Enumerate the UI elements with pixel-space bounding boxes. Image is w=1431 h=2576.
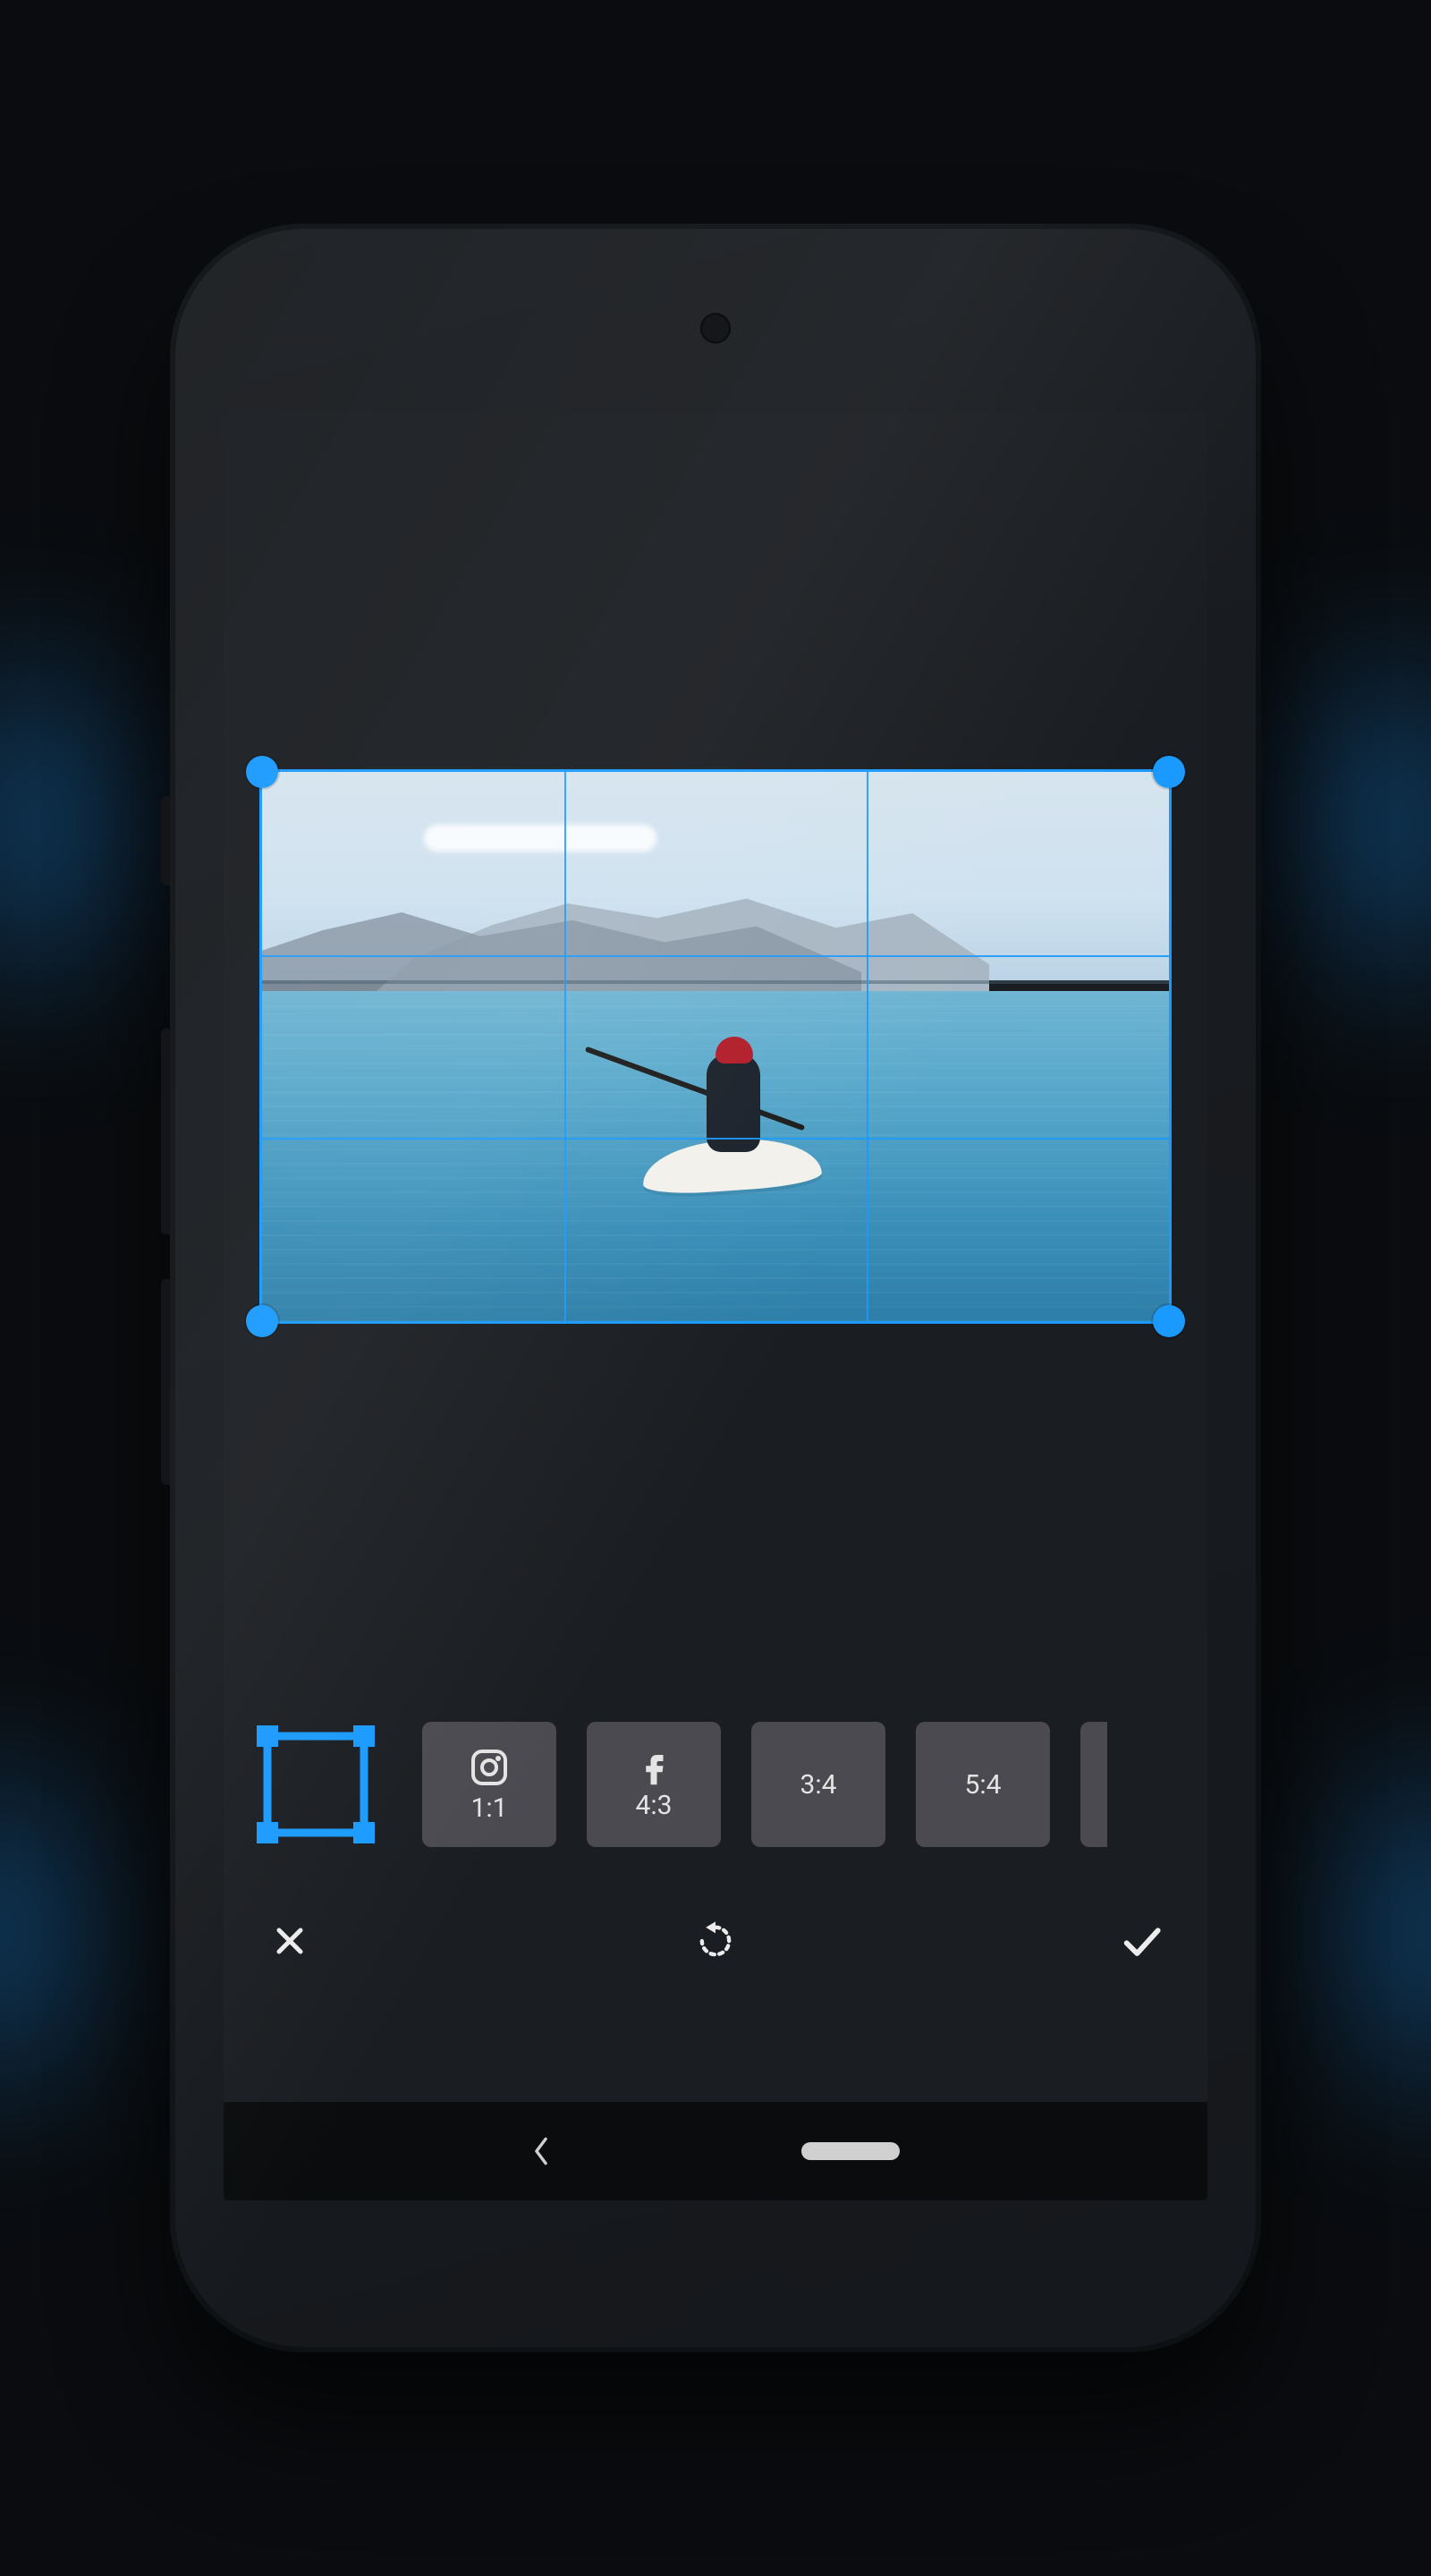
- aspect-ratio-more[interactable]: [1080, 1722, 1107, 1847]
- phone-side-button: [161, 796, 170, 886]
- phone-earpiece: [700, 313, 731, 343]
- close-icon: [268, 1919, 311, 1962]
- chevron-left-icon: [531, 2136, 551, 2166]
- crop-free-icon: [249, 1717, 383, 1852]
- aspect-ratio-4-3[interactable]: 4:3: [587, 1722, 721, 1847]
- aspect-ratio-free[interactable]: [240, 1717, 392, 1852]
- action-bar: [224, 1878, 1207, 2004]
- app-screen: 1:1 4:3 3:4 5:4: [224, 411, 1207, 2200]
- crop-handle-top-left[interactable]: [246, 756, 278, 788]
- nav-back-button[interactable]: [531, 2136, 551, 2166]
- nav-home-pill[interactable]: [801, 2142, 900, 2160]
- crop-handle-bottom-left[interactable]: [246, 1305, 278, 1337]
- cancel-button[interactable]: [258, 1909, 322, 1973]
- aspect-ratio-label: 4:3: [636, 1790, 673, 1821]
- background-glow: [0, 1610, 161, 2254]
- aspect-ratio-label: 1:1: [471, 1792, 508, 1824]
- background-glow: [1234, 501, 1431, 1145]
- apply-button[interactable]: [1109, 1909, 1173, 1973]
- background-glow: [1270, 1610, 1431, 2254]
- check-icon: [1116, 1916, 1166, 1966]
- crop-frame[interactable]: [259, 769, 1172, 1324]
- aspect-ratio-label: 3:4: [800, 1769, 837, 1801]
- phone-side-button: [161, 1279, 170, 1485]
- crop-grid-line: [262, 955, 1169, 957]
- crop-handle-bottom-right[interactable]: [1153, 1305, 1185, 1337]
- crop-handle-top-right[interactable]: [1153, 756, 1185, 788]
- crop-grid-line: [867, 772, 868, 1321]
- aspect-ratio-5-4[interactable]: 5:4: [916, 1722, 1050, 1847]
- crop-grid-line: [564, 772, 566, 1321]
- facebook-icon: [635, 1749, 673, 1786]
- aspect-ratio-toolbar: 1:1 4:3 3:4 5:4: [224, 1690, 1207, 1860]
- aspect-ratio-1-1[interactable]: 1:1: [422, 1722, 556, 1847]
- crop-grid-line: [262, 1138, 1169, 1140]
- reset-button[interactable]: [683, 1909, 748, 1973]
- aspect-ratio-3-4[interactable]: 3:4: [751, 1722, 885, 1847]
- phone-side-button: [161, 1029, 170, 1234]
- aspect-ratio-label: 5:4: [965, 1769, 1002, 1801]
- instagram-icon: [468, 1746, 511, 1789]
- phone-mockup: 1:1 4:3 3:4 5:4: [170, 224, 1261, 2352]
- crop-canvas[interactable]: [224, 411, 1207, 1690]
- app-frame: 1:1 4:3 3:4 5:4: [0, 0, 1431, 2576]
- system-nav-bar: [224, 2102, 1207, 2200]
- undo-icon: [692, 1918, 739, 1964]
